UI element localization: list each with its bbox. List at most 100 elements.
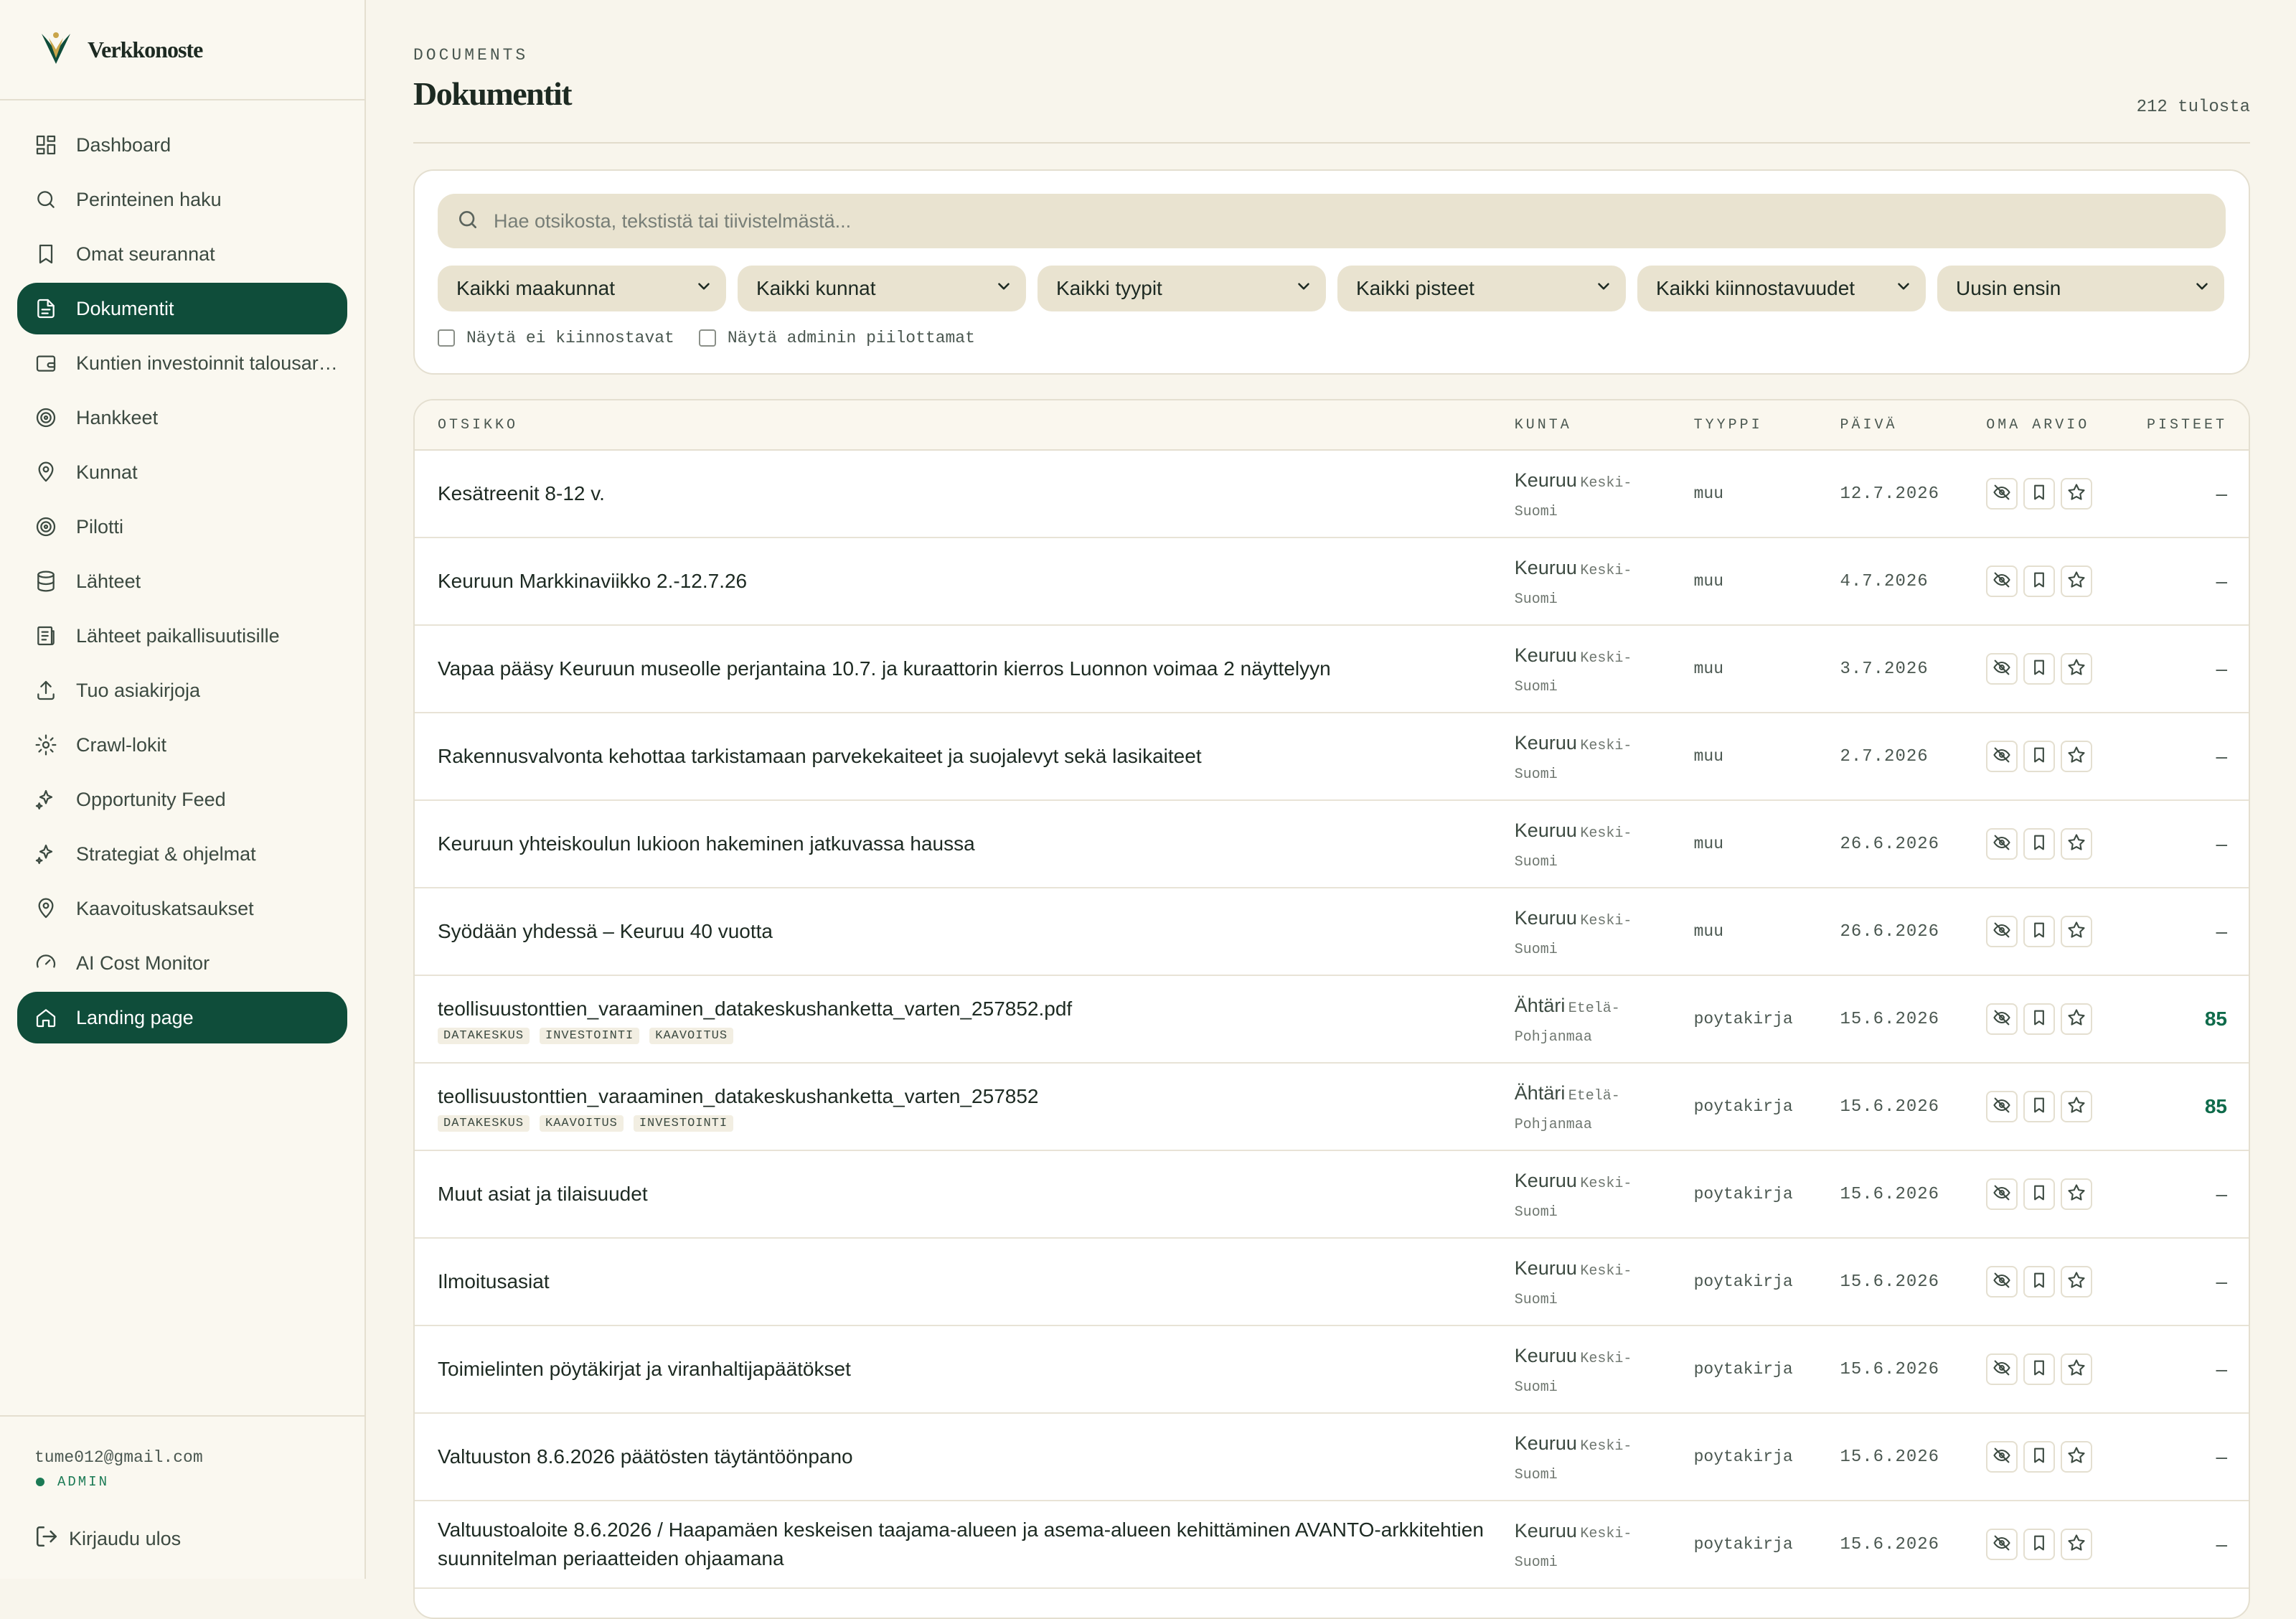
document-title[interactable]: Rakennusvalvonta kehottaa tarkistamaan p… <box>438 742 1515 771</box>
filter-checkbox-2[interactable]: Näytä adminin piilottamat <box>698 329 975 347</box>
star-button[interactable] <box>2061 1529 2093 1560</box>
filter-select-3[interactable]: Kaikki tyypit <box>1038 266 1326 311</box>
hide-button[interactable] <box>1986 1353 2018 1385</box>
filter-checkbox-1[interactable]: Näytä ei kiinnostavat <box>438 329 674 347</box>
sidebar-item-strategiat-ohjelmat[interactable]: Strategiat & ohjelmat <box>17 828 347 880</box>
bookmark-button[interactable] <box>2023 566 2056 597</box>
checkbox[interactable] <box>698 329 716 347</box>
logout-button[interactable]: Kirjaudu ulos <box>34 1524 364 1554</box>
document-title[interactable]: Toimielinten pöytäkirjat ja viranhaltija… <box>438 1355 1515 1384</box>
sidebar-item-ai-cost-monitor[interactable]: AI Cost Monitor <box>17 937 347 989</box>
search-bar[interactable] <box>438 194 2226 248</box>
table-row[interactable]: Toimielinten pöytäkirjat ja viranhaltija… <box>415 1326 2249 1414</box>
table-row[interactable]: Valtuuston 8.6.2026 päätösten täytäntöön… <box>415 1414 2249 1501</box>
sidebar-item-hankkeet[interactable]: Hankkeet <box>17 392 347 444</box>
star-button[interactable] <box>2061 1266 2093 1297</box>
document-title[interactable]: Valtuustoaloite 8.6.2026 / Haapamäen kes… <box>438 1516 1515 1573</box>
bookmark-button[interactable] <box>2023 741 2056 772</box>
star-button[interactable] <box>2061 478 2093 510</box>
hide-button[interactable] <box>1986 478 2018 510</box>
bookmark-button[interactable] <box>2023 1441 2056 1473</box>
hide-button[interactable] <box>1986 1003 2018 1035</box>
star-button[interactable] <box>2061 1003 2093 1035</box>
sidebar-item-pilotti[interactable]: Pilotti <box>17 501 347 553</box>
document-title[interactable]: Valtuuston 8.6.2026 päätösten täytäntöön… <box>438 1442 1515 1471</box>
document-title[interactable]: Keuruun yhteiskoulun lukioon hakeminen j… <box>438 830 1515 858</box>
checkbox[interactable] <box>438 329 455 347</box>
bookmark-button[interactable] <box>2023 1353 2056 1385</box>
bookmark-button[interactable] <box>2023 1266 2056 1297</box>
star-button[interactable] <box>2061 1178 2093 1210</box>
sidebar-item-dokumentit[interactable]: Dokumentit <box>17 283 347 334</box>
bookmark-button[interactable] <box>2023 1178 2056 1210</box>
column-header-kunta[interactable]: KUNTA <box>1515 417 1694 433</box>
table-row[interactable]: Keuruun yhteiskoulun lukioon hakeminen j… <box>415 801 2249 888</box>
bookmark-button[interactable] <box>2023 1091 2056 1122</box>
bookmark-button[interactable] <box>2023 828 2056 860</box>
filter-select-6[interactable]: Uusin ensin <box>1937 266 2224 311</box>
sidebar-item-kaavoituskatsaukset[interactable]: Kaavoituskatsaukset <box>17 883 347 934</box>
sidebar-item-crawl-lokit[interactable]: Crawl-lokit <box>17 719 347 771</box>
filter-select-1[interactable]: Kaikki maakunnat <box>438 266 726 311</box>
document-title[interactable]: Keuruun Markkinaviikko 2.-12.7.26 <box>438 567 1515 596</box>
table-row[interactable]: Muut asiat ja tilaisuudet Keuruu Keski- Su… <box>415 1151 2249 1239</box>
star-button[interactable] <box>2061 1353 2093 1385</box>
hide-button[interactable] <box>1986 653 2018 685</box>
document-title[interactable]: Ilmoitusasiat <box>438 1267 1515 1296</box>
bookmark-button[interactable] <box>2023 1003 2056 1035</box>
document-title[interactable]: Kesätreenit 8-12 v. <box>438 479 1515 508</box>
table-row[interactable]: teollisuustonttien_varaaminen_datakeskus… <box>415 1064 2249 1151</box>
search-input[interactable] <box>492 209 2145 233</box>
sidebar-item-perinteinen-haku[interactable]: Perinteinen haku <box>17 174 347 225</box>
document-title[interactable]: Syödään yhdessä – Keuruu 40 vuotta <box>438 917 1515 946</box>
sidebar-item-lähteet-paikallisuutisille[interactable]: Lähteet paikallisuutisille <box>17 610 347 662</box>
bookmark-button[interactable] <box>2023 478 2056 510</box>
hide-button[interactable] <box>1986 1529 2018 1560</box>
filter-select-2[interactable]: Kaikki kunnat <box>738 266 1026 311</box>
bookmark-button[interactable] <box>2023 1529 2056 1560</box>
filter-select-4[interactable]: Kaikki pisteet <box>1337 266 1626 311</box>
hide-button[interactable] <box>1986 741 2018 772</box>
star-button[interactable] <box>2061 1091 2093 1122</box>
document-title[interactable]: teollisuustonttien_varaaminen_datakeskus… <box>438 995 1515 1023</box>
sidebar-item-dashboard[interactable]: Dashboard <box>17 119 347 171</box>
column-header-date[interactable]: PÄIVÄ <box>1840 417 1986 433</box>
star-button[interactable] <box>2061 1441 2093 1473</box>
column-header-type[interactable]: TYYPPI <box>1694 417 1840 433</box>
hide-button[interactable] <box>1986 1441 2018 1473</box>
star-button[interactable] <box>2061 566 2093 597</box>
table-row[interactable]: Ilmoitusasiat Keuruu Keski- Suomi poytakirj… <box>415 1239 2249 1326</box>
star-button[interactable] <box>2061 916 2093 947</box>
sidebar-item-kunnat[interactable]: Kunnat <box>17 446 347 498</box>
table-row[interactable]: teollisuustonttien_varaaminen_datakeskus… <box>415 976 2249 1064</box>
star-button[interactable] <box>2061 653 2093 685</box>
table-row[interactable]: Vapaa pääsy Keuruun museolle perjantaina… <box>415 626 2249 713</box>
hide-button[interactable] <box>1986 916 2018 947</box>
table-row[interactable]: Keuruun Markkinaviikko 2.-12.7.26 Keuruu … <box>415 538 2249 626</box>
hide-button[interactable] <box>1986 828 2018 860</box>
column-header-title[interactable]: OTSIKKO <box>415 417 1515 433</box>
table-row[interactable]: Rakennusvalvonta kehottaa tarkistamaan p… <box>415 713 2249 801</box>
sidebar-item-omat-seurannat[interactable]: Omat seurannat <box>17 228 347 280</box>
bookmark-button[interactable] <box>2023 653 2056 685</box>
hide-button[interactable] <box>1986 1178 2018 1210</box>
sidebar-item-kuntien-investoinnit-talousarvioissa[interactable]: Kuntien investoinnit talousarvioissa <box>17 337 347 389</box>
star-button[interactable] <box>2061 828 2093 860</box>
table-row[interactable]: Syödään yhdessä – Keuruu 40 vuotta Keuruu… <box>415 888 2249 976</box>
sidebar-item-opportunity-feed[interactable]: Opportunity Feed <box>17 774 347 825</box>
brand[interactable]: Verkkonoste <box>0 0 364 100</box>
document-title[interactable]: Vapaa pääsy Keuruun museolle perjantaina… <box>438 654 1515 683</box>
sidebar-item-lähteet[interactable]: Lähteet <box>17 555 347 607</box>
hide-button[interactable] <box>1986 566 2018 597</box>
hide-button[interactable] <box>1986 1091 2018 1122</box>
document-title[interactable]: teollisuustonttien_varaaminen_datakeskus… <box>438 1082 1515 1111</box>
star-button[interactable] <box>2061 741 2093 772</box>
filter-select-5[interactable]: Kaikki kiinnostavuudet <box>1637 266 1926 311</box>
document-title[interactable]: Muut asiat ja tilaisuudet <box>438 1180 1515 1209</box>
table-row[interactable]: Valtuustoaloite 8.6.2026 / Haapamäen kes… <box>415 1501 2249 1589</box>
hide-button[interactable] <box>1986 1266 2018 1297</box>
column-header-score[interactable]: PISTEET <box>2130 417 2249 433</box>
table-row[interactable]: Kesätreenit 8-12 v. Keuruu Keski- Suomi muu… <box>415 451 2249 538</box>
bookmark-button[interactable] <box>2023 916 2056 947</box>
sidebar-item-landing-page[interactable]: Landing page <box>17 992 347 1043</box>
